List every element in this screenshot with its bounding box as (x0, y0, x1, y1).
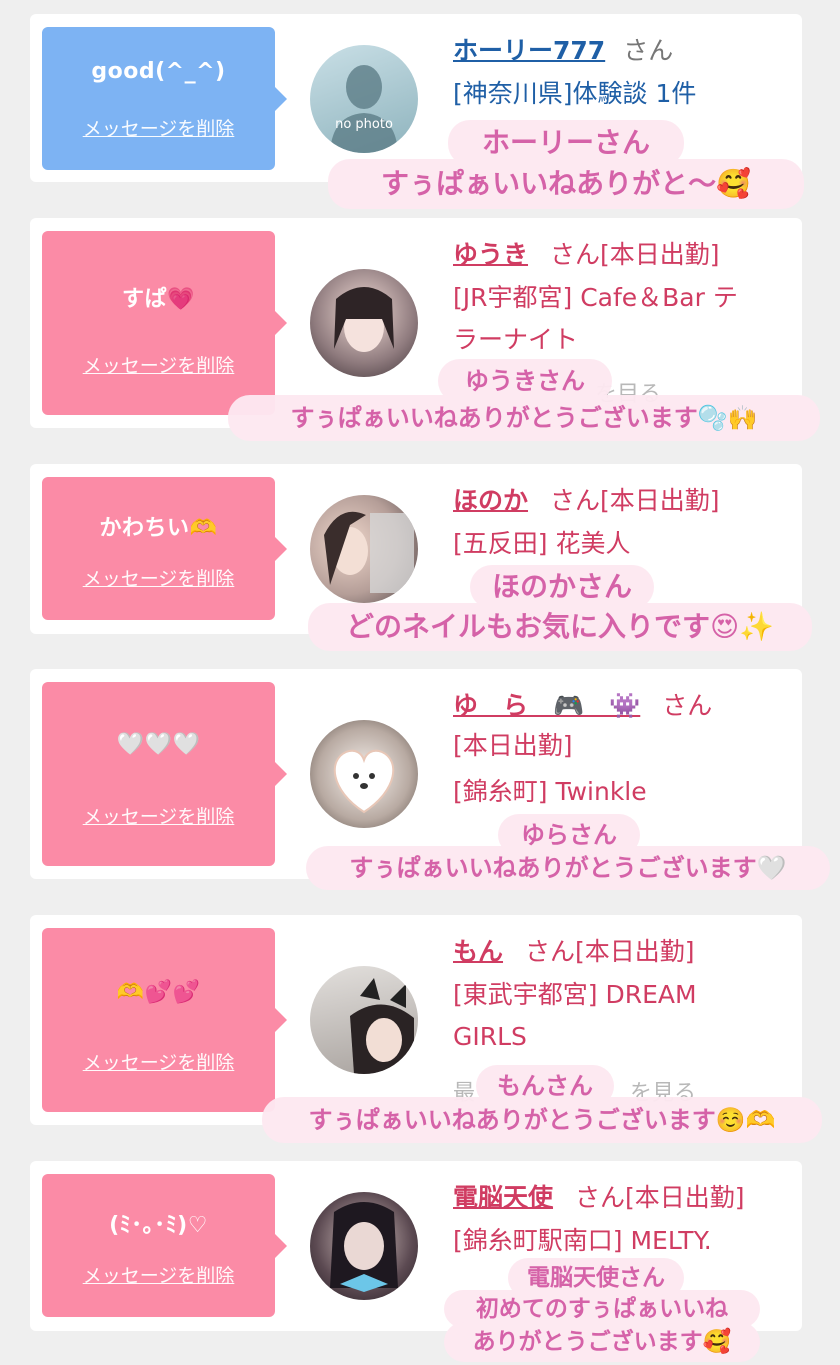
message-bubble: good(^_^) メッセージを削除 (42, 27, 287, 170)
user-info: [錦糸町駅南口] MELTY. (453, 1220, 793, 1262)
user-info: [JR宇都宮] Cafe＆Bar テ ラーナイト (453, 277, 793, 361)
user-info: [東武宇都宮] DREAM GIRLS (453, 974, 793, 1058)
honorific: さん[本日出勤] (525, 937, 695, 966)
message-bubble: 🫶💕💕 メッセージを削除 (42, 928, 287, 1112)
honorific: さん[本日出勤] (550, 240, 720, 269)
name-row: ホーリー777 さん (453, 31, 673, 67)
delete-message-link[interactable]: メッセージを削除 (42, 802, 275, 829)
name-row: もん さん[本日出勤] (453, 932, 695, 968)
name-row: ゆ ら 🎮 👾 さん (453, 686, 712, 722)
caption-sticker: すぅぱぁいいねありがとうございます🫧🙌 (228, 395, 820, 441)
avatar[interactable] (310, 1192, 418, 1300)
profile-photo-icon (350, 978, 414, 1074)
message-bubble: 🤍🤍🤍 メッセージを削除 (42, 682, 287, 866)
caption-sticker: すぅぱぁいいねありがとうございます🤍 (306, 846, 830, 890)
delete-message-link[interactable]: メッセージを削除 (42, 351, 275, 378)
info-line: GIRLS (453, 1022, 527, 1051)
info-line: [錦糸町駅南口] MELTY. (453, 1226, 712, 1255)
honorific: さん[本日出勤] (575, 1183, 745, 1212)
name-row: 電脳天使 さん[本日出勤] (453, 1178, 745, 1214)
caption-sticker: すぅぱぁいいねありがとうございます☺️🫶 (262, 1097, 822, 1143)
message-text: (ﾐ･｡･ﾐ)♡ (109, 1213, 208, 1238)
user-name-link[interactable]: 電脳天使 (453, 1183, 553, 1212)
heart-frame-photo-icon (333, 749, 395, 814)
no-photo-placeholder-icon (330, 65, 398, 153)
avatar[interactable] (310, 966, 418, 1074)
honorific: さん[本日出勤] (550, 486, 720, 515)
user-name-link[interactable]: ゆうき (453, 240, 528, 269)
message-card: 🫶💕💕 メッセージを削除 もん さん[本日出勤] [東武宇都宮] DREAM GI… (30, 915, 802, 1125)
delete-message-link[interactable]: メッセージを削除 (42, 1261, 275, 1288)
delete-message-link[interactable]: メッセージを削除 (42, 564, 275, 591)
user-name-link[interactable]: ゆ ら 🎮 👾 (453, 691, 640, 720)
profile-photo-icon (334, 287, 394, 352)
delete-message-link[interactable]: メッセージを削除 (42, 1048, 275, 1075)
delete-message-link[interactable]: メッセージを削除 (42, 114, 275, 141)
user-info: [神奈川県]体験談 1件 (453, 73, 793, 115)
honorific: さん (623, 36, 674, 65)
info-line: [東武宇都宮] DREAM (453, 980, 697, 1009)
message-bubble: かわちい🫶 メッセージを削除 (42, 477, 287, 620)
avatar-caption: no photo (335, 117, 393, 132)
info-line: ラーナイト (453, 325, 579, 354)
user-name-link[interactable]: もん (453, 937, 503, 966)
caption-sticker: ありがとうございます🥰 (444, 1322, 760, 1362)
message-bubble: (ﾐ･｡･ﾐ)♡ メッセージを削除 (42, 1174, 287, 1317)
message-text: 🫶💕💕 (116, 980, 201, 1005)
honorific: さん (662, 691, 713, 720)
user-info: [本日出勤] [錦糸町] Twinkle (453, 725, 793, 813)
message-card: good(^_^) メッセージを削除 no photo ホーリー777 さん [神… (30, 14, 802, 182)
info-line: [五反田] 花美人 (453, 529, 631, 558)
user-name-link[interactable]: ホーリー777 (453, 36, 605, 65)
avatar[interactable]: no photo (310, 45, 418, 153)
avatar[interactable] (310, 495, 418, 603)
avatar[interactable] (310, 269, 418, 377)
info-line: [錦糸町] Twinkle (453, 777, 647, 806)
info-line: [神奈川県]体験談 1件 (453, 79, 697, 108)
info-line: [本日出勤] (453, 731, 573, 760)
message-text: good(^_^) (91, 59, 226, 84)
message-text: かわちい🫶 (99, 516, 218, 541)
avatar[interactable] (310, 720, 418, 828)
profile-photo-icon (330, 1202, 398, 1292)
info-line: [JR宇都宮] Cafe＆Bar テ (453, 283, 738, 312)
user-name-link[interactable]: ほのか (453, 486, 528, 515)
message-bubble: すぱ💗 メッセージを削除 (42, 231, 287, 415)
user-info: [五反田] 花美人 (453, 523, 793, 565)
caption-sticker: どのネイルもお気に入りです😍✨ (308, 603, 812, 651)
name-row: ほのか さん[本日出勤] (453, 481, 720, 517)
name-row: ゆうき さん[本日出勤] (453, 235, 720, 271)
profile-photo-icon (324, 511, 414, 593)
message-text: 🤍🤍🤍 (116, 732, 201, 757)
message-text: すぱ💗 (122, 287, 195, 312)
caption-sticker: すぅぱぁいいねありがと〜🥰 (328, 159, 804, 209)
